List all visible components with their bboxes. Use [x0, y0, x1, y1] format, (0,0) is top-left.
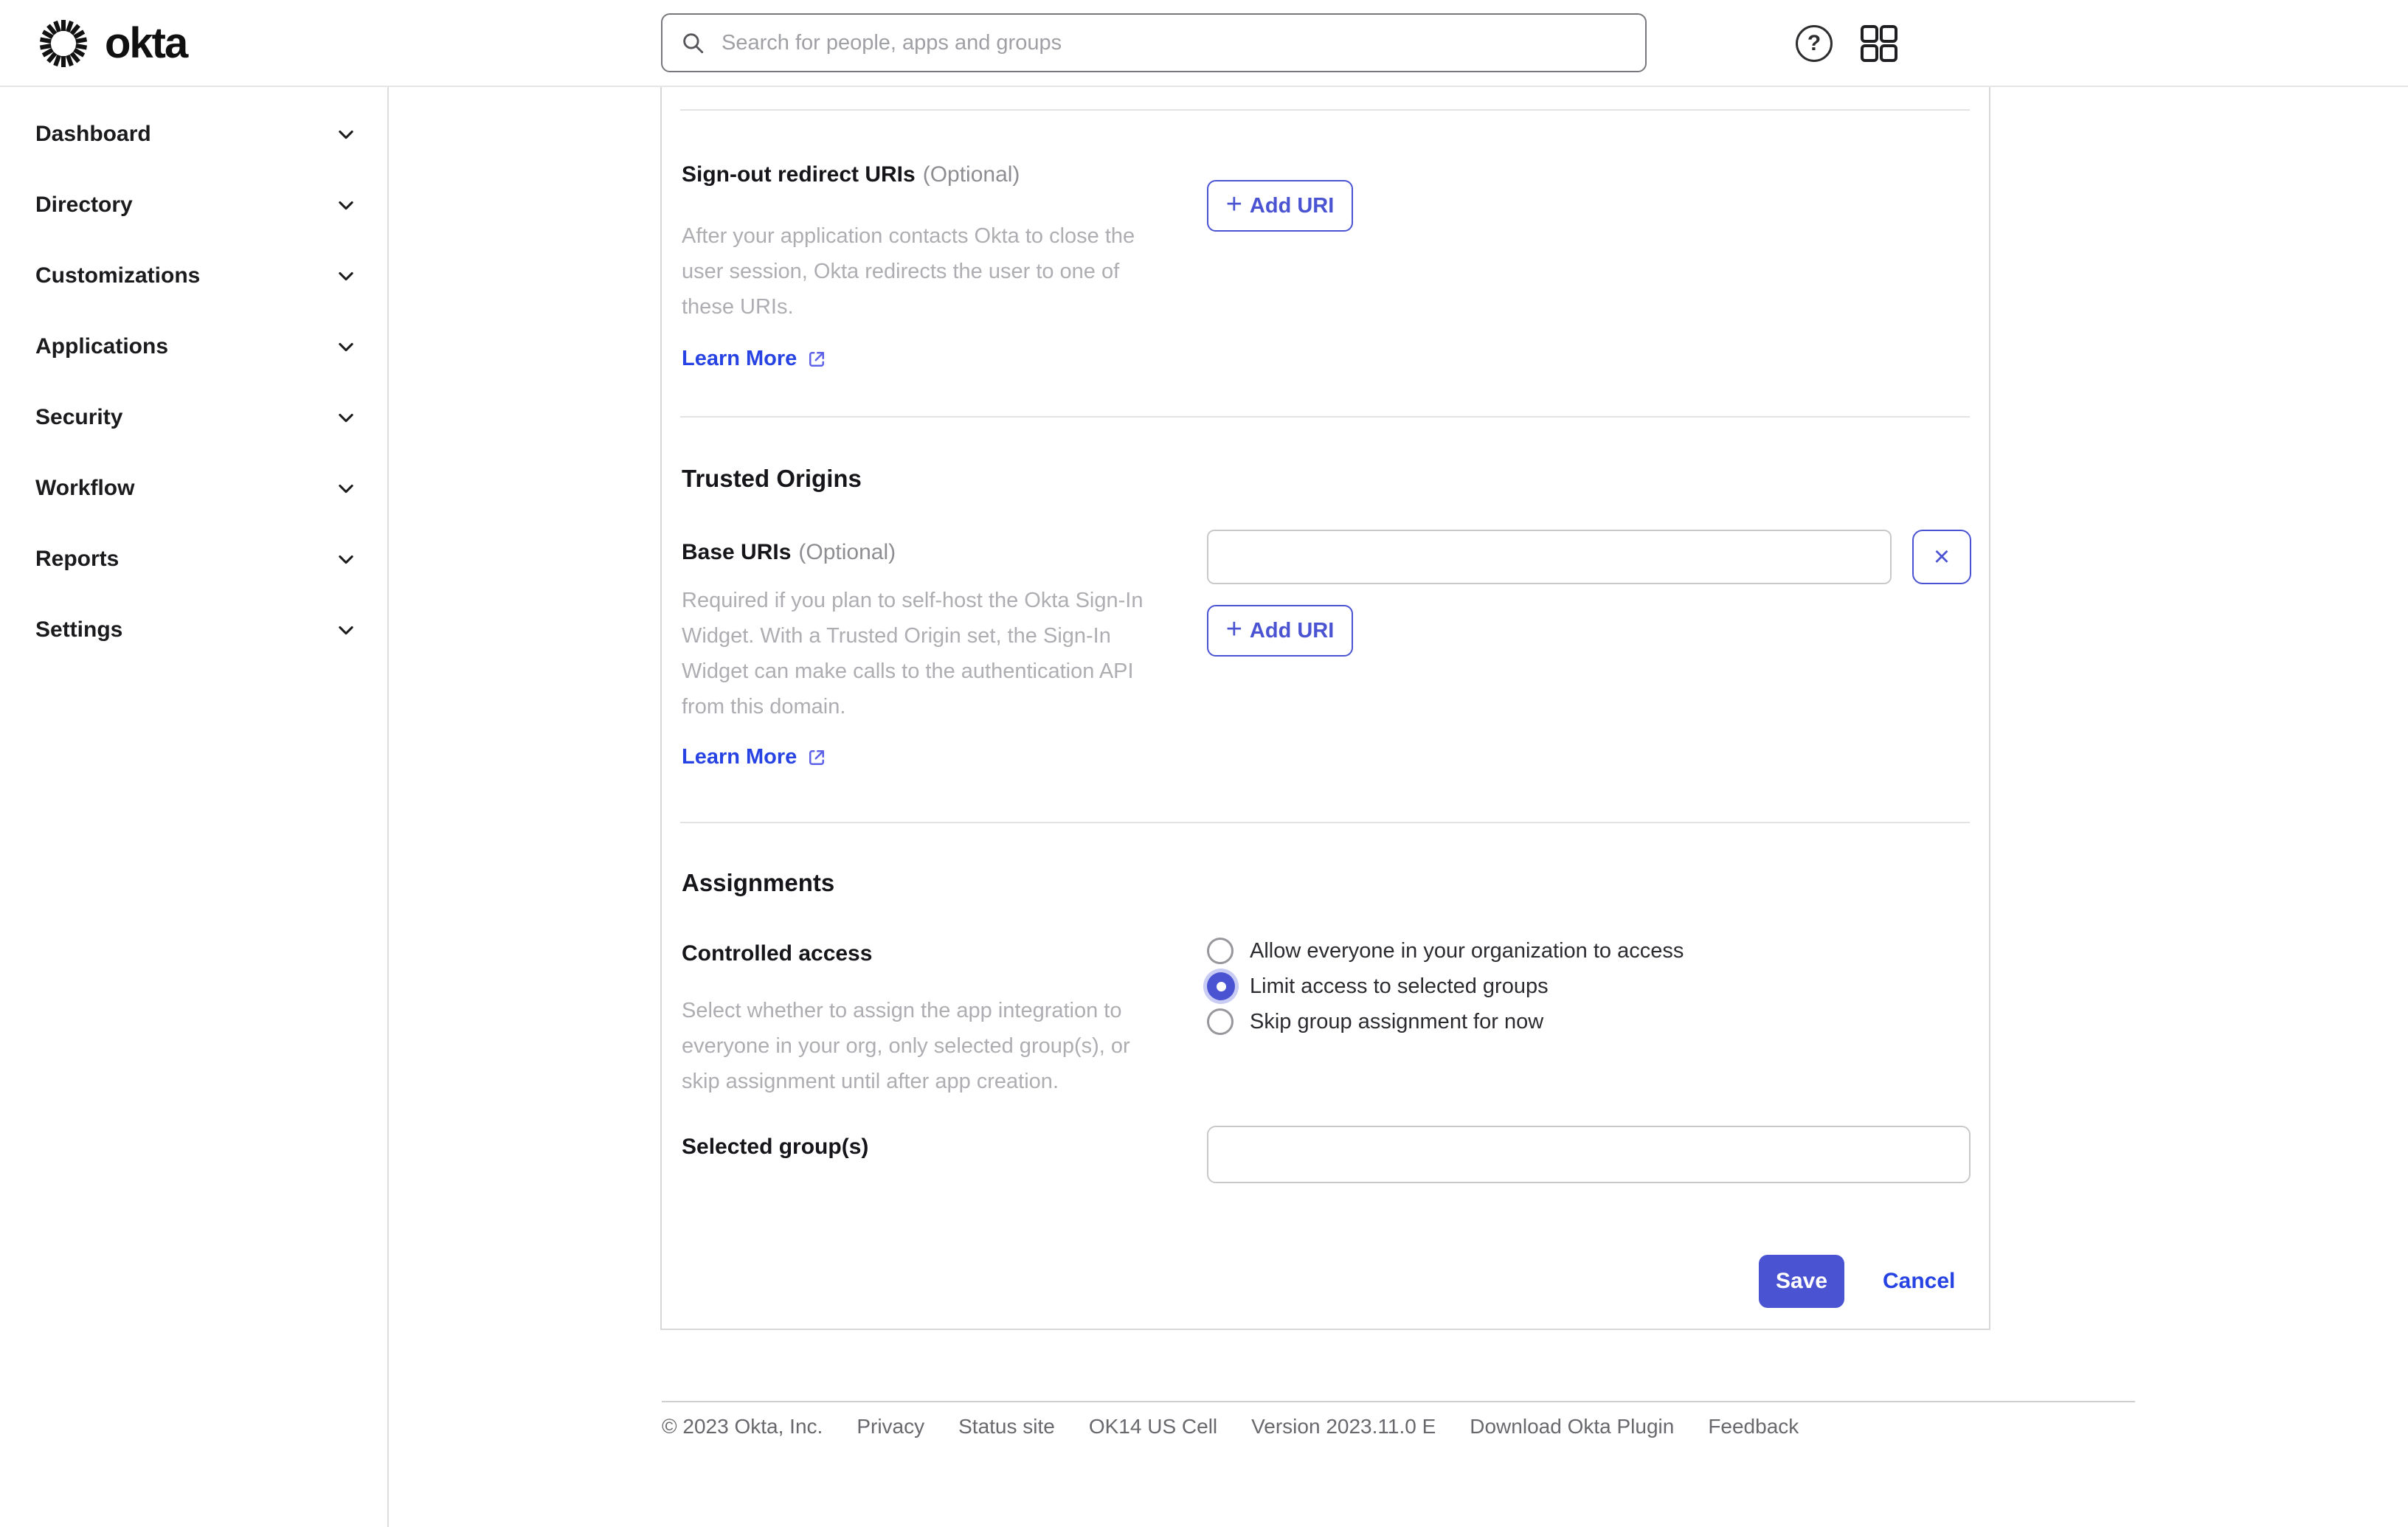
okta-wordmark: okta [105, 19, 188, 67]
section-divider [680, 822, 1970, 823]
search-input[interactable] [722, 30, 1627, 55]
signout-learn-more-link[interactable]: Learn More [682, 347, 828, 371]
footer-copyright: © 2023 Okta, Inc. [662, 1415, 823, 1438]
signout-add-uri-button[interactable]: + Add URI [1207, 180, 1353, 232]
trusted-origins-description: Required if you plan to self-host the Ok… [682, 589, 1144, 719]
footer: © 2023 Okta, Inc. Privacy Status site OK… [662, 1415, 1799, 1438]
question-icon: ? [1807, 31, 1821, 55]
plus-icon: + [1225, 614, 1242, 645]
optional-tag: (Optional) [922, 162, 1020, 187]
controlled-access-label: Controlled access [682, 941, 872, 966]
selected-groups-input[interactable] [1207, 1126, 1971, 1183]
apps-grid-icon [1861, 25, 1897, 62]
chevron-down-icon [339, 342, 353, 352]
footer-version-label: Version 2023.11.0 E [1251, 1415, 1436, 1438]
plus-icon: + [1225, 189, 1242, 220]
chevron-down-icon [339, 130, 353, 139]
external-link-icon [809, 351, 825, 367]
sidebar-item-applications[interactable]: Applications [0, 311, 387, 382]
sidebar-item-label: Workflow [35, 476, 135, 500]
controlled-access-radio-group: Allow everyone in your organization to a… [1207, 933, 1684, 1039]
base-uri-input[interactable] [1207, 530, 1892, 584]
sidebar-item-security[interactable]: Security [0, 382, 387, 453]
search-icon [683, 33, 704, 54]
external-link-icon [809, 749, 825, 765]
chevron-down-icon [339, 626, 353, 635]
sidebar-item-label: Customizations [35, 263, 201, 288]
chevron-down-icon [339, 413, 353, 423]
radio-box [1207, 1008, 1239, 1035]
trusted-origins-heading: Trusted Origins [682, 465, 862, 492]
radio-box [1207, 938, 1239, 964]
footer-divider [662, 1401, 2135, 1402]
radio-label[interactable]: Limit access to selected groups [1250, 974, 1549, 999]
add-uri-text: Add URI [1249, 193, 1335, 218]
base-uris-label: Base URIs (Optional) [682, 540, 896, 565]
radio-option-allow-everyone[interactable]: Allow everyone in your organization to a… [1207, 933, 1684, 969]
radio-label[interactable]: Skip group assignment for now [1250, 1010, 1543, 1034]
footer-cell-label: OK14 US Cell [1088, 1415, 1218, 1438]
selected-groups-label-text: Selected group(s) [682, 1135, 869, 1159]
base-uris-label-text: Base URIs [682, 540, 792, 564]
sidebar-item-settings[interactable]: Settings [0, 595, 387, 665]
chevron-down-icon [339, 484, 353, 494]
apps-grid-button[interactable] [1859, 24, 1899, 63]
cancel-button[interactable]: Cancel [1883, 1255, 1955, 1308]
trusted-add-uri-button[interactable]: + Add URI [1207, 605, 1353, 657]
remove-uri-button[interactable]: × [1912, 530, 1971, 584]
sidebar-item-label: Security [35, 405, 123, 429]
radio-button[interactable] [1207, 1008, 1234, 1035]
section-divider [680, 416, 1970, 418]
controlled-access-description: Select whether to assign the app integra… [682, 999, 1130, 1093]
radio-label[interactable]: Allow everyone in your organization to a… [1250, 939, 1684, 963]
page: okta ? Dashboard Direct [0, 0, 2408, 1527]
sidebar-item-customizations[interactable]: Customizations [0, 240, 387, 311]
add-uri-text: Add URI [1249, 618, 1335, 643]
chevron-down-icon [339, 201, 353, 210]
radio-option-limit-access[interactable]: Limit access to selected groups [1207, 969, 1684, 1004]
signout-redirect-uris-label: Sign-out redirect URIs (Optional) [682, 162, 1020, 187]
sidebar-item-label: Dashboard [35, 122, 151, 146]
sidebar-item-label: Settings [35, 617, 123, 642]
learn-more-text: Learn More [682, 347, 798, 370]
sidebar-item-dashboard[interactable]: Dashboard [0, 99, 387, 170]
help-button[interactable]: ? [1796, 25, 1833, 62]
top-header: okta ? [0, 0, 2408, 87]
close-icon: × [1933, 541, 1951, 572]
radio-dot [1216, 981, 1226, 991]
optional-tag: (Optional) [798, 540, 896, 564]
learn-more-text: Learn More [682, 745, 798, 769]
assignments-heading: Assignments [682, 869, 835, 896]
save-button[interactable]: Save [1759, 1255, 1844, 1308]
chevron-down-icon [339, 271, 353, 281]
signout-label-text: Sign-out redirect URIs [682, 162, 916, 187]
radio-option-skip-assignment[interactable]: Skip group assignment for now [1207, 1004, 1684, 1039]
sidebar-item-workflow[interactable]: Workflow [0, 453, 387, 524]
app-settings-card: Sign-out redirect URIs (Optional) After y… [660, 87, 1990, 1330]
sidebar-item-label: Applications [35, 334, 169, 359]
sidebar-item-label: Reports [35, 547, 120, 571]
okta-logo[interactable]: okta [38, 10, 188, 77]
footer-link-feedback[interactable]: Feedback [1708, 1415, 1799, 1438]
footer-link-status-site[interactable]: Status site [958, 1415, 1055, 1438]
footer-link-download-plugin[interactable]: Download Okta Plugin [1470, 1415, 1674, 1438]
signout-description: After your application contacts Okta to … [682, 224, 1135, 319]
sidebar-item-label: Directory [35, 193, 133, 217]
controlled-access-label-text: Controlled access [682, 941, 873, 966]
section-divider [680, 109, 1970, 111]
selected-groups-label: Selected group(s) [682, 1135, 868, 1160]
footer-link-privacy[interactable]: Privacy [857, 1415, 924, 1438]
radio-button[interactable] [1207, 972, 1235, 1000]
global-search [661, 13, 1647, 72]
sidebar-nav: Dashboard Directory Customizations Appli… [0, 87, 389, 1527]
sidebar-item-directory[interactable]: Directory [0, 170, 387, 240]
okta-starburst-icon [39, 20, 88, 67]
radio-box [1207, 972, 1239, 1000]
sidebar-item-reports[interactable]: Reports [0, 524, 387, 595]
chevron-down-icon [339, 555, 353, 564]
radio-button[interactable] [1207, 938, 1234, 964]
trusted-learn-more-link[interactable]: Learn More [682, 745, 828, 769]
